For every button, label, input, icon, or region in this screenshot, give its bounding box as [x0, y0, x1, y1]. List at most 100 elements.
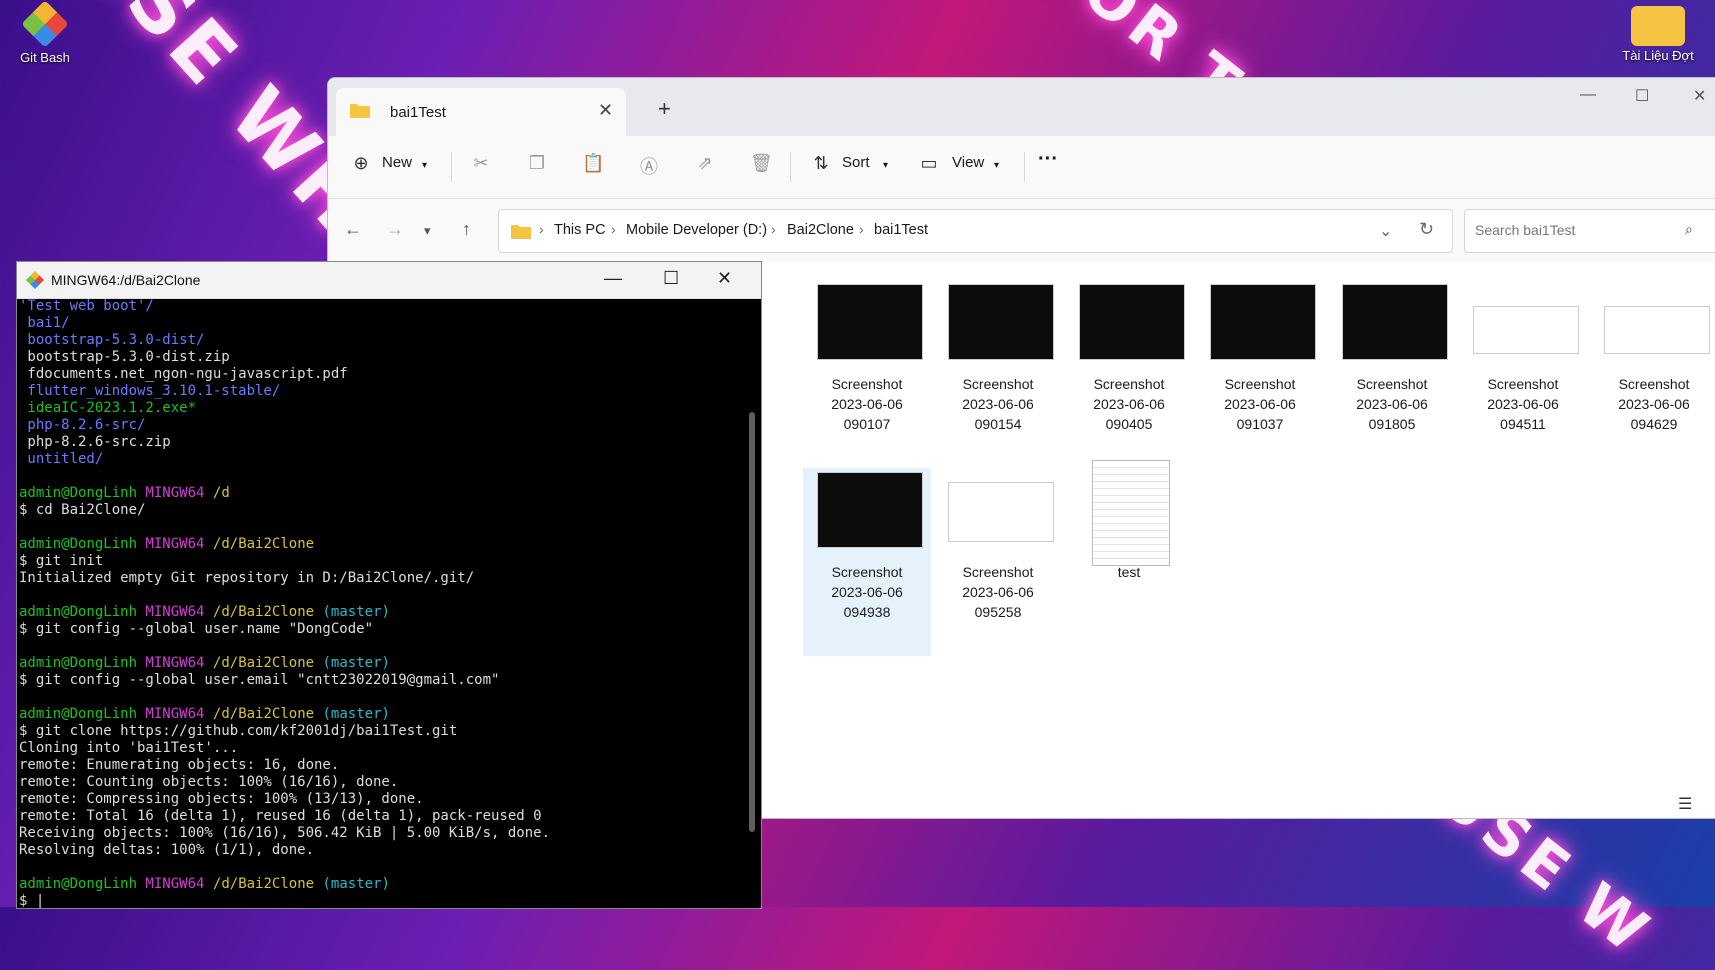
terminal-line: untitled/	[19, 451, 104, 467]
recent-chevron-icon[interactable]: ▾	[424, 223, 431, 239]
terminal-line: ideaIC-2023.1.2.exe*	[19, 400, 197, 416]
breadcrumb-drive[interactable]: Mobile Developer (D:)	[626, 222, 767, 238]
git-bash-icon	[21, 0, 69, 48]
terminal-line: $ git init	[19, 553, 104, 569]
file-name-line: Screenshot	[1487, 376, 1559, 392]
terminal-prompt-line: admin@DongLinh MINGW64 /d	[19, 485, 745, 502]
breadcrumb-bai1test[interactable]: bai1Test	[874, 222, 928, 238]
view-icon: ▭	[920, 153, 938, 173]
minimize-icon[interactable]: —	[604, 268, 622, 289]
tab-bai1test[interactable]: bai1Test ✕	[336, 88, 626, 136]
view-button[interactable]: View	[952, 154, 984, 171]
minimize-icon[interactable]: —	[1580, 86, 1596, 104]
file-name-line: Screenshot	[1224, 376, 1296, 392]
terminal-line: Initialized empty Git repository in D:/B…	[19, 570, 475, 586]
address-bar[interactable]: › This PC › Mobile Developer (D:) › Bai2…	[498, 209, 1453, 253]
breadcrumb-separator: ›	[771, 221, 776, 237]
terminal-prompt-line: admin@DongLinh MINGW64 /d/Bai2Clone	[19, 536, 745, 553]
file-name-line: Screenshot	[831, 376, 903, 392]
prompt-sys: MINGW64	[145, 485, 205, 501]
git-bash-icon	[25, 270, 45, 290]
file-name-line: 2023-06-06	[1224, 396, 1296, 412]
chevron-down-icon: ▾	[883, 160, 889, 171]
file-name-line: 090154	[974, 416, 1022, 432]
file-item[interactable]: Screenshot 2023-06-06 091037	[1196, 280, 1324, 468]
file-item[interactable]: Screenshot 2023-06-06 091805	[1328, 280, 1456, 468]
breadcrumb-this-pc[interactable]: This PC	[554, 222, 606, 238]
terminal-line: fdocuments.net_ngon-ngu-javascript.pdf	[19, 366, 348, 382]
prompt-user: admin@DongLinh	[19, 604, 138, 620]
chevron-down-icon: ▾	[994, 160, 1000, 171]
prompt-branch: (master)	[322, 706, 390, 722]
new-plus-icon: ⊕	[353, 153, 369, 173]
maximize-icon[interactable]: ☐	[1635, 86, 1649, 106]
details-view-icon[interactable]: ☰	[1678, 794, 1692, 814]
refresh-icon[interactable]: ↻	[1419, 219, 1434, 240]
terminal-output[interactable]: 'Test web boot'/ bai1/ bootstrap-5.3.0-d…	[17, 298, 745, 908]
maximize-icon[interactable]: ☐	[663, 268, 679, 289]
forward-icon[interactable]: →	[386, 219, 404, 240]
file-item[interactable]: test	[1065, 460, 1193, 656]
file-item[interactable]: Screenshot 2023-06-06 094511	[1459, 280, 1587, 468]
file-thumbnail	[1079, 284, 1185, 360]
prompt-sys: MINGW64	[145, 655, 205, 671]
command-bar: ⊕ New ▾ ✂ ❐ 📋 Ⓐ ⇗ 🗑 ⇅ Sort ▾ ▭ View ▾ ··…	[328, 136, 1715, 199]
git-bash-terminal[interactable]: MINGW64:/d/Bai2Clone — ☐ ✕ 'Test web boo…	[16, 261, 762, 909]
back-icon[interactable]: ←	[344, 219, 362, 240]
delete-icon[interactable]: 🗑	[750, 153, 773, 175]
file-item[interactable]: Screenshot 2023-06-06 094629	[1590, 280, 1715, 468]
terminal-scrollbar[interactable]	[749, 412, 755, 832]
file-thumbnail	[1604, 306, 1710, 354]
tab-title: bai1Test	[390, 104, 446, 121]
terminal-line: remote: Counting objects: 100% (16/16), …	[19, 774, 399, 790]
paste-icon[interactable]: 📋	[582, 153, 604, 175]
new-button[interactable]: New	[382, 154, 412, 171]
close-window-icon[interactable]: ✕	[717, 268, 732, 289]
chevron-down-icon: ▾	[422, 160, 428, 171]
file-name-line: 094938	[843, 604, 891, 620]
new-tab-button[interactable]: +	[658, 96, 671, 122]
prompt-path: /d/Bai2Clone	[212, 876, 315, 892]
desktop-icon-label: Tài Liệu Đợt	[1622, 48, 1694, 63]
prompt-path: /d	[212, 485, 230, 501]
terminal-prompt-line: admin@DongLinh MINGW64 /d/Bai2Clone (mas…	[19, 876, 745, 893]
copy-icon[interactable]: ❐	[526, 153, 548, 175]
close-window-icon[interactable]: ✕	[1693, 86, 1706, 106]
desktop-icon-git-bash[interactable]: Git Bash	[0, 0, 90, 65]
file-name-line: Screenshot	[1093, 376, 1165, 392]
sort-button[interactable]: Sort	[842, 154, 870, 171]
prompt-sys: MINGW64	[145, 604, 205, 620]
file-thumbnail	[1473, 306, 1579, 354]
address-dropdown-icon[interactable]: ⌄	[1379, 221, 1392, 241]
breadcrumb-bai2clone[interactable]: Bai2Clone	[787, 222, 854, 238]
up-icon[interactable]: ↑	[462, 219, 471, 240]
close-tab-icon[interactable]: ✕	[598, 100, 613, 121]
folder-icon	[511, 225, 531, 239]
file-name-line: 094629	[1630, 416, 1678, 432]
more-options-icon[interactable]: ···	[1038, 148, 1058, 171]
rename-icon[interactable]: Ⓐ	[638, 153, 660, 177]
file-item[interactable]: Screenshot 2023-06-06 090405	[1065, 280, 1193, 468]
cut-icon[interactable]: ✂	[470, 153, 492, 175]
share-icon[interactable]: ⇗	[694, 153, 716, 175]
separator	[451, 152, 452, 182]
prompt-user: admin@DongLinh	[19, 536, 138, 552]
desktop-icon-label: Git Bash	[20, 50, 70, 65]
search-icon: ⌕	[1685, 221, 1693, 237]
file-item[interactable]: Screenshot 2023-06-06 090154	[934, 280, 1062, 468]
file-item-selected[interactable]: Screenshot 2023-06-06 094938	[803, 468, 931, 656]
file-name-line: Screenshot	[962, 564, 1034, 580]
file-name-line: 2023-06-06	[962, 396, 1034, 412]
file-item[interactable]: Screenshot 2023-06-06 090107	[803, 280, 931, 468]
terminal-line: remote: Enumerating objects: 16, done.	[19, 757, 340, 773]
search-box[interactable]: Search bai1Test ⌕	[1464, 209, 1715, 253]
terminal-line: bootstrap-5.3.0-dist.zip	[19, 349, 230, 365]
folder-icon	[350, 104, 370, 118]
desktop-icon-folder[interactable]: Tài Liệu Đợt	[1613, 0, 1703, 63]
prompt-user: admin@DongLinh	[19, 706, 138, 722]
file-item[interactable]: Screenshot 2023-06-06 095258	[934, 468, 1062, 656]
file-name-line: 090405	[1105, 416, 1153, 432]
prompt-path: /d/Bai2Clone	[212, 655, 315, 671]
prompt-path: /d/Bai2Clone	[212, 604, 315, 620]
